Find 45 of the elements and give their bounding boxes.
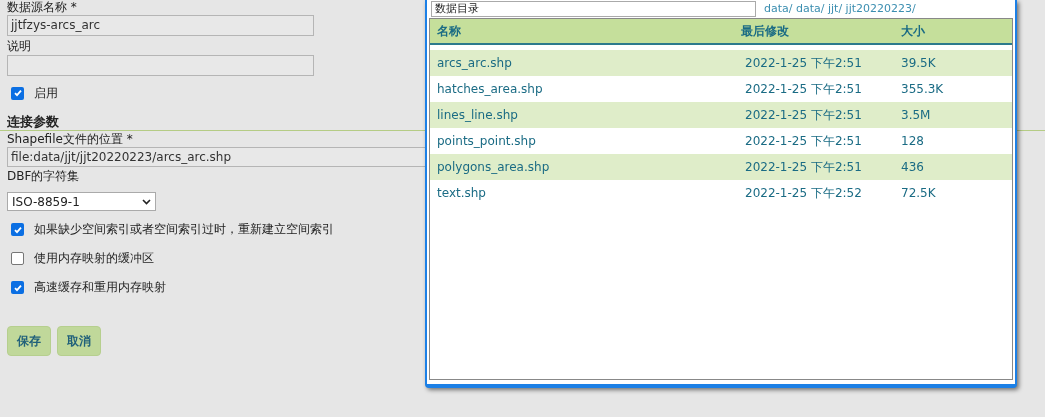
table-cell-text: points_point.shp <box>437 133 537 150</box>
table-cell-text: 2022-1-25 下午2:52 <box>745 185 863 202</box>
table-cell-text: text.shp <box>437 185 487 202</box>
field-label: DBF的字符集 <box>7 168 80 184</box>
column-header[interactable]: 最后修改 <box>741 22 901 40</box>
checkbox-label: 高速缓存和重用内存映射 <box>34 279 166 296</box>
table-cell-text: 436 <box>901 159 925 176</box>
column-header[interactable]: 大小 <box>901 22 1012 40</box>
table-cell-text: 2022-1-25 下午2:51 <box>745 107 863 124</box>
table-cell-text: hatches_area.shp <box>437 81 544 98</box>
checkbox-label: 如果缺少空间索引或者空间索引过时，重新建立空间索引 <box>34 221 334 238</box>
checkbox[interactable] <box>11 86 24 100</box>
section-title: 连接参数 <box>7 113 59 130</box>
directory-select[interactable]: 数据目录 <box>431 0 756 17</box>
field-label: 数据源名称 * <box>7 0 77 14</box>
table-cell-text: 2022-1-25 下午2:51 <box>745 55 863 72</box>
table-cell-text: 3.5M <box>901 107 932 124</box>
table-cell-text: polygons_area.shp <box>437 159 551 176</box>
table-cell-text: arcs_arc.shp <box>437 55 513 72</box>
file-row[interactable]: polygons_area.shp 2022-1-25 下午2:51 436 <box>430 154 1012 180</box>
file-row[interactable]: arcs_arc.shp 2022-1-25 下午2:51 39.5K <box>430 50 1012 76</box>
table-cell-text: 72.5K <box>901 185 937 202</box>
checkbox-label: 使用内存映射的缓冲区 <box>34 250 154 267</box>
table-cell-text: 2022-1-25 下午2:51 <box>745 159 863 176</box>
table-cell-text: 2022-1-25 下午2:51 <box>745 81 863 98</box>
table-cell-text: 2022-1-25 下午2:51 <box>745 133 863 150</box>
table-cell-text: 355.3K <box>901 81 945 98</box>
file-row[interactable]: lines_line.shp 2022-1-25 下午2:51 3.5M <box>430 102 1012 128</box>
table-cell-text: 39.5K <box>901 55 937 72</box>
checkbox-label: 启用 <box>34 85 58 102</box>
field-label: Shapefile文件的位置 * <box>7 131 133 147</box>
table-cell-text: 128 <box>901 133 925 150</box>
column-header[interactable]: 名称 <box>437 22 741 40</box>
field-label: 说明 <box>7 38 31 54</box>
save-button[interactable]: 保存 <box>7 326 51 356</box>
chevron-down-icon <box>142 198 151 205</box>
table-cell-text: lines_line.shp <box>437 107 519 124</box>
cancel-button[interactable]: 取消 <box>57 326 101 356</box>
input-field[interactable]: jjtfzys-arcs_arc <box>7 15 314 36</box>
input-field[interactable] <box>7 55 314 76</box>
charset-select[interactable]: ISO-8859-1 <box>7 192 156 211</box>
checkbox[interactable] <box>11 223 24 236</box>
checkbox[interactable] <box>11 281 24 294</box>
path-text: data/ data/ jjt/ jjt20220223/ <box>764 1 916 16</box>
checkbox[interactable] <box>11 252 24 265</box>
